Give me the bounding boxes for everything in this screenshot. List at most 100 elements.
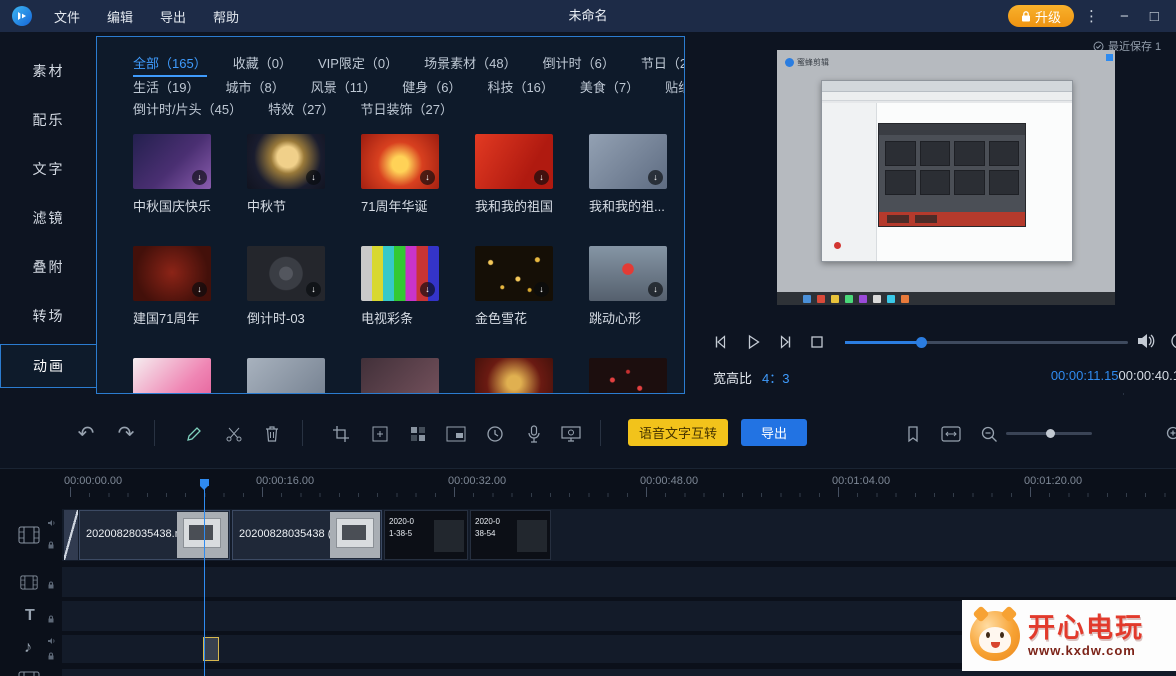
asset-thumbnail[interactable]: ↓	[133, 134, 211, 189]
library-tab[interactable]: 场景素材（48）	[424, 53, 516, 77]
library-tab-all[interactable]: 全部（165）	[133, 53, 207, 77]
download-icon[interactable]: ↓	[534, 170, 549, 185]
audio-clip[interactable]	[203, 637, 219, 661]
asset-thumbnail[interactable]: ↓	[589, 134, 667, 189]
download-icon[interactable]: ↓	[306, 170, 321, 185]
asset-card[interactable]: ↓	[133, 358, 247, 394]
asset-card[interactable]: ↓	[247, 358, 361, 394]
asset-card[interactable]: ↓跳动心形	[589, 246, 685, 325]
download-icon[interactable]: ↓	[420, 282, 435, 297]
video-clip-4[interactable]: 2020-0 38-54	[470, 510, 551, 560]
library-tab[interactable]: 节日装饰（27）	[361, 99, 453, 121]
download-icon[interactable]: ↓	[192, 282, 207, 297]
library-tab[interactable]: 倒计时/片头（45）	[133, 99, 242, 121]
zoom-slider-thumb[interactable]	[1046, 429, 1055, 438]
sidebar-item-media[interactable]: 素材	[0, 47, 97, 96]
sidebar-item-overlay[interactable]: 叠附	[0, 243, 97, 292]
previous-frame-button[interactable]	[712, 333, 732, 353]
asset-card[interactable]: ↓	[361, 358, 475, 394]
duration-clock-icon[interactable]	[485, 424, 505, 444]
clip-stub[interactable]	[64, 510, 78, 560]
voiceover-mic-icon[interactable]	[524, 424, 544, 444]
marker-icon[interactable]	[903, 424, 923, 444]
download-icon[interactable]: ↓	[192, 170, 207, 185]
library-tab[interactable]: 倒计时（6）	[543, 53, 615, 77]
lock-icon[interactable]	[47, 615, 55, 623]
library-tab[interactable]: 城市（8）	[225, 77, 284, 99]
lock-icon[interactable]	[47, 541, 55, 549]
asset-card[interactable]: ↓建国71周年	[133, 246, 247, 325]
more-menu-icon[interactable]: ⋮	[1084, 7, 1099, 25]
asset-thumbnail[interactable]: ↓	[361, 358, 439, 394]
fit-timeline-icon[interactable]	[941, 424, 961, 444]
library-tab[interactable]: 贴纸（18）	[665, 77, 685, 99]
undo-icon[interactable]: ↶	[76, 424, 96, 444]
sidebar-item-transition[interactable]: 转场	[0, 292, 97, 341]
asset-thumbnail[interactable]: ↓	[589, 246, 667, 301]
asset-card[interactable]: ↓中秋国庆快乐	[133, 134, 247, 213]
next-frame-button[interactable]	[776, 333, 796, 353]
zoom-in-icon[interactable]	[1164, 424, 1176, 444]
menu-export[interactable]: 导出	[160, 7, 186, 26]
mute-icon[interactable]	[47, 519, 56, 527]
asset-thumbnail[interactable]: ↓	[475, 134, 553, 189]
asset-card[interactable]: ↓我和我的祖...	[589, 134, 685, 213]
asset-thumbnail[interactable]: ↓	[247, 358, 325, 394]
sidebar-item-text[interactable]: 文字	[0, 145, 97, 194]
download-icon[interactable]: ↓	[420, 170, 435, 185]
canvas-size-icon[interactable]	[370, 424, 390, 444]
download-icon[interactable]: ↓	[648, 170, 663, 185]
asset-card[interactable]: ↓我和我的祖国	[475, 134, 589, 213]
export-button[interactable]: 导出	[741, 419, 807, 446]
volume-icon[interactable]	[1136, 332, 1156, 350]
split-scissors-icon[interactable]	[224, 424, 244, 444]
asset-card[interactable]: ↓中秋节	[247, 134, 361, 213]
play-button[interactable]	[744, 333, 764, 353]
asset-thumbnail[interactable]: ↓	[133, 358, 211, 394]
seek-thumb[interactable]	[916, 337, 927, 348]
video-clip-1[interactable]: 20200828035438.mp4	[79, 510, 230, 560]
speech-text-button[interactable]: 语音文字互转	[628, 419, 728, 446]
asset-thumbnail[interactable]: ↓	[247, 246, 325, 301]
crop-icon[interactable]	[331, 424, 351, 444]
lock-icon[interactable]	[47, 652, 55, 660]
menu-file[interactable]: 文件	[54, 7, 80, 26]
asset-card[interactable]: ↓金色雪花	[475, 246, 589, 325]
delete-icon[interactable]	[262, 424, 282, 444]
audio-device-icon[interactable]	[1169, 332, 1176, 350]
asset-thumbnail[interactable]: ↓	[475, 246, 553, 301]
asset-thumbnail[interactable]: ↓	[361, 246, 439, 301]
stop-button[interactable]	[808, 333, 828, 353]
menu-edit[interactable]: 编辑	[107, 7, 133, 26]
library-tab[interactable]: 风景（11）	[311, 77, 377, 99]
asset-card[interactable]: ↓71周年华诞	[361, 134, 475, 213]
lock-icon[interactable]	[47, 581, 55, 589]
seek-slider[interactable]	[845, 341, 1128, 344]
library-tab[interactable]: 生活（19）	[133, 77, 199, 99]
menu-help[interactable]: 帮助	[213, 7, 239, 26]
asset-thumbnail[interactable]: ↓	[475, 358, 553, 394]
download-icon[interactable]: ↓	[648, 282, 663, 297]
redo-icon[interactable]: ↷	[116, 424, 136, 444]
library-tab[interactable]: 节日（20）	[641, 53, 685, 77]
edit-clip-icon[interactable]	[184, 424, 204, 444]
asset-card[interactable]: ↓	[475, 358, 589, 394]
screen-record-icon[interactable]	[561, 424, 581, 444]
selection-handle[interactable]	[1106, 54, 1113, 61]
preview-canvas[interactable]: 蜜蜂剪辑	[777, 50, 1115, 305]
zoom-level-slider[interactable]	[1006, 432, 1092, 435]
library-tab[interactable]: 特效（27）	[268, 99, 334, 121]
video-track-2[interactable]	[62, 567, 1176, 597]
video-clip-2[interactable]: 20200828035438 (1).m...	[232, 510, 382, 560]
timeline-ruler[interactable]	[62, 487, 1176, 497]
asset-thumbnail[interactable]: ↓	[361, 134, 439, 189]
upgrade-button[interactable]: 升级	[1008, 5, 1074, 27]
sidebar-item-music[interactable]: 配乐	[0, 96, 97, 145]
library-tab[interactable]: 美食（7）	[580, 77, 639, 99]
download-icon[interactable]: ↓	[534, 282, 549, 297]
sidebar-item-filter[interactable]: 滤镜	[0, 194, 97, 243]
maximize-icon[interactable]: □	[1150, 8, 1159, 25]
mute-icon[interactable]	[47, 637, 56, 645]
asset-card[interactable]: ↓	[589, 358, 685, 394]
pip-icon[interactable]	[446, 424, 466, 444]
